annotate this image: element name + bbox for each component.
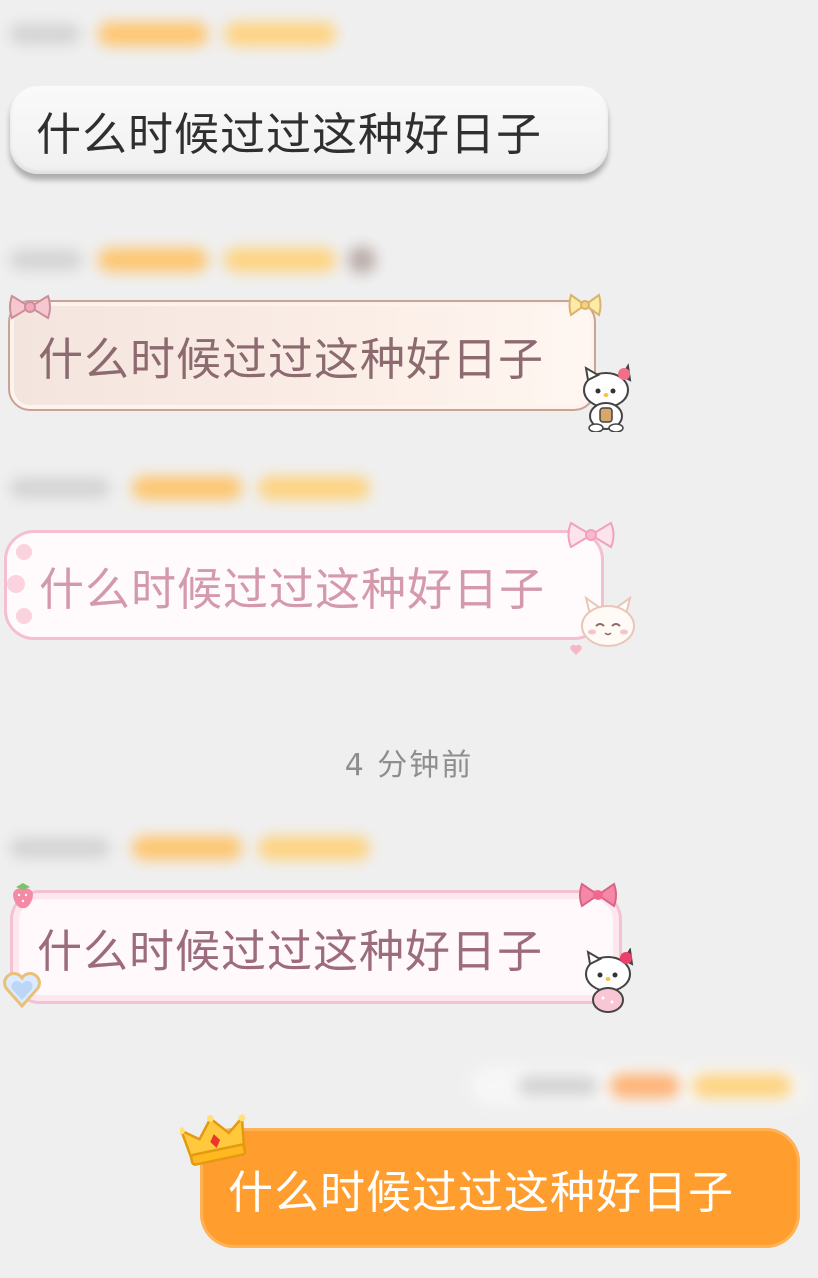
sender-info-blurred	[6, 14, 346, 54]
message-bubble[interactable]: 什么时候过过这种好日子	[4, 530, 604, 640]
message-bubble[interactable]: 什么时候过过这种好日子	[8, 300, 596, 411]
strawberry-icon	[13, 883, 33, 909]
cat-icon	[581, 596, 635, 647]
message-bubble-self[interactable]: 什么时候过过这种好日子	[200, 1128, 800, 1248]
paw-icon	[7, 544, 32, 624]
sender-info-blurred	[6, 240, 386, 280]
timestamp: 4 分钟前	[344, 748, 474, 783]
message-text: 什么时候过过这种好日子	[37, 924, 544, 978]
message-text: 什么时候过过这种好日子	[39, 562, 546, 616]
heart-gem-icon	[3, 972, 41, 1008]
crown-icon	[180, 1114, 247, 1166]
message-text: 什么时候过过这种好日子	[228, 1165, 735, 1219]
bow-icon	[568, 293, 602, 317]
sender-info-blurred	[6, 468, 386, 508]
message-text: 什么时候过过这种好日子	[36, 107, 543, 161]
bow-icon	[567, 521, 615, 549]
sender-info-blurred	[6, 828, 386, 868]
hello-kitty-icon	[583, 363, 632, 432]
hello-kitty-icon	[585, 948, 634, 1013]
sender-info-blurred	[470, 1066, 805, 1106]
heart-icon	[570, 644, 582, 655]
message-bubble[interactable]: 什么时候过过这种好日子	[10, 86, 608, 174]
bow-icon	[9, 294, 51, 320]
message-text: 什么时候过过这种好日子	[38, 333, 545, 386]
bow-icon	[579, 882, 617, 908]
message-bubble[interactable]: 什么时候过过这种好日子	[10, 890, 622, 1004]
